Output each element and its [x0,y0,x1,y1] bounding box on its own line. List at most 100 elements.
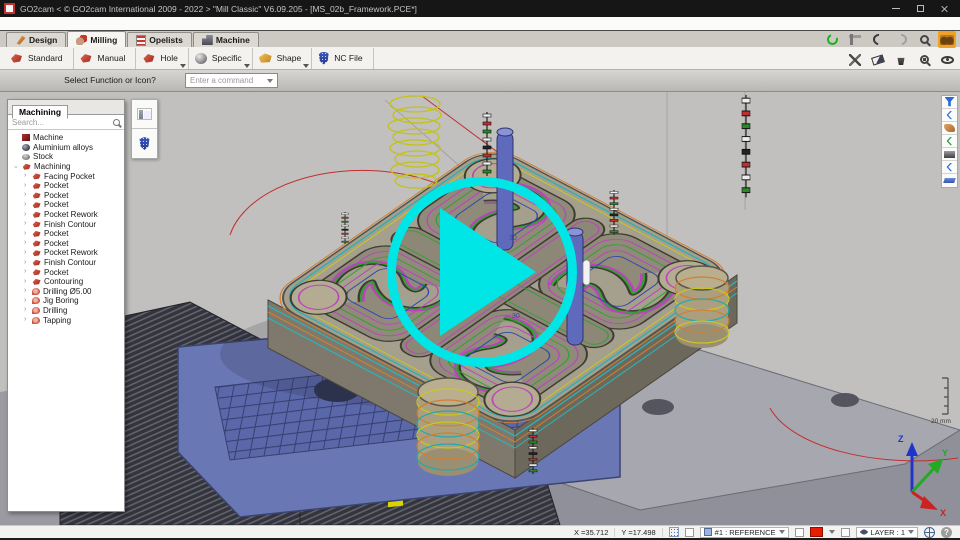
chevron-down-icon [779,530,785,534]
minimize-button[interactable] [884,0,908,17]
color-checkbox[interactable] [795,528,804,537]
view-tool-button[interactable] [942,135,957,148]
ribbon-button[interactable]: Standard [4,48,74,69]
quick-tool-button[interactable] [846,51,864,68]
expander-icon[interactable] [24,230,32,238]
close-button[interactable] [932,0,956,17]
tree-item-icon [32,269,41,276]
view-tool-button[interactable] [942,174,957,187]
quick-tool-button[interactable] [892,51,910,68]
expander-icon[interactable] [24,239,32,247]
axis-x-label: X [940,508,946,516]
dropdown-caret-icon [180,64,186,68]
side-tool-button[interactable] [132,129,157,158]
quick-tool-button[interactable] [846,31,864,48]
expander-icon[interactable] [24,297,32,305]
close-icon [940,5,948,13]
ribbon-tab[interactable]: Opelists [127,32,192,47]
expander-icon[interactable] [24,287,32,295]
ribbon-tab-label: Milling [90,35,117,45]
view-tool-button[interactable] [942,161,957,174]
tree-item[interactable]: Pocket [8,239,124,249]
expander-icon[interactable] [14,163,22,171]
ribbon-button[interactable]: Specific [189,48,253,69]
quick-tool-button[interactable] [869,51,887,68]
ribbon-button-label: Specific [212,53,242,63]
ribbon-tab[interactable]: Milling [67,31,126,47]
expander-icon[interactable] [24,191,32,199]
quick-tool-button[interactable] [823,31,841,48]
ribbon-button-icon [142,53,155,64]
tree-item-label: Pocket Rework [44,210,98,219]
tree-item-label: Contouring [44,277,83,286]
expander-icon[interactable] [24,220,32,228]
expander-icon[interactable] [24,316,32,324]
tree-item[interactable]: Tapping [8,315,124,325]
tree-item-label: Aluminium alloys [33,143,93,152]
expander-icon[interactable] [24,201,32,209]
ribbon-tab[interactable]: Design [6,32,66,47]
expander-icon[interactable] [24,268,32,276]
expander-icon[interactable] [24,182,32,190]
ribbon-button[interactable]: NC File [312,48,373,69]
expander-icon[interactable] [24,172,32,180]
tree-item[interactable]: Pocket [8,267,124,277]
tree-item-icon [32,240,41,247]
expander-icon[interactable] [24,259,32,267]
tree-item[interactable]: Machine [8,133,124,143]
video-play-overlay[interactable] [387,177,577,367]
quick-tool-button[interactable] [869,31,887,48]
command-combo[interactable]: Enter a command [185,73,278,88]
view-tool-button[interactable] [942,96,957,109]
maximize-button[interactable] [908,0,932,17]
tree-item[interactable]: Aluminium alloys [8,143,124,153]
tree-item[interactable]: Pocket Rework [8,248,124,258]
globe-icon[interactable] [924,527,935,538]
ribbon-tab[interactable]: Machine [193,32,259,47]
tree-item[interactable]: Facing Pocket [8,171,124,181]
reference-select[interactable]: #1 : REFERENCE [700,527,789,538]
tab-machining[interactable]: Machining [12,105,68,119]
layer-select[interactable]: LAYER : 1 [856,527,918,538]
expander-icon[interactable] [24,306,32,314]
quick-tool-button[interactable] [938,31,956,48]
view-tool-button[interactable] [942,148,957,161]
expander-icon[interactable] [24,249,32,257]
expander-icon[interactable] [24,211,32,219]
quick-tool-button[interactable] [938,51,956,68]
tree-item[interactable]: Machining [8,162,124,172]
ribbon-button[interactable]: Hole [136,48,188,69]
tree-item[interactable]: Finish Contour [8,219,124,229]
color-swatch[interactable] [810,527,823,537]
tree-item[interactable]: Pocket Rework [8,210,124,220]
tree-item[interactable]: Pocket [8,181,124,191]
layer-checkbox[interactable] [841,528,850,537]
grid-toggle-icon[interactable] [669,527,679,537]
title-bar: GO2cam < © GO2cam International 2009 - 2… [0,0,960,17]
color-caret-icon[interactable] [829,530,835,534]
tree-item[interactable]: Jig Boring [8,296,124,306]
ribbon-button[interactable]: Manual [74,48,137,69]
boss-helix-south [417,378,479,476]
tree-item[interactable]: Drilling Ø5.00 [8,287,124,297]
quick-tool-button[interactable] [915,51,933,68]
tree-item[interactable]: Drilling [8,306,124,316]
quick-tool-button[interactable] [915,31,933,48]
expander-icon[interactable] [24,278,32,286]
quick-tool-icon [920,55,929,64]
ribbon-button[interactable]: Shape [253,48,313,69]
side-tool-button[interactable] [132,100,157,129]
help-icon[interactable]: ? [941,527,952,538]
reference-checkbox[interactable] [685,528,694,537]
quick-tool-button[interactable] [892,31,910,48]
tree-item[interactable]: Finish Contour [8,258,124,268]
tree-item[interactable]: Stock [8,152,124,162]
quick-tool-icon [849,54,861,66]
tree-item[interactable]: Pocket [8,200,124,210]
tree-item[interactable]: Contouring [8,277,124,287]
tree-item[interactable]: Pocket [8,229,124,239]
view-tool-button[interactable] [942,122,957,135]
view-tool-button[interactable] [942,109,957,122]
tree-item[interactable]: Pocket [8,191,124,201]
panel-tab-row: Machining [8,100,124,115]
